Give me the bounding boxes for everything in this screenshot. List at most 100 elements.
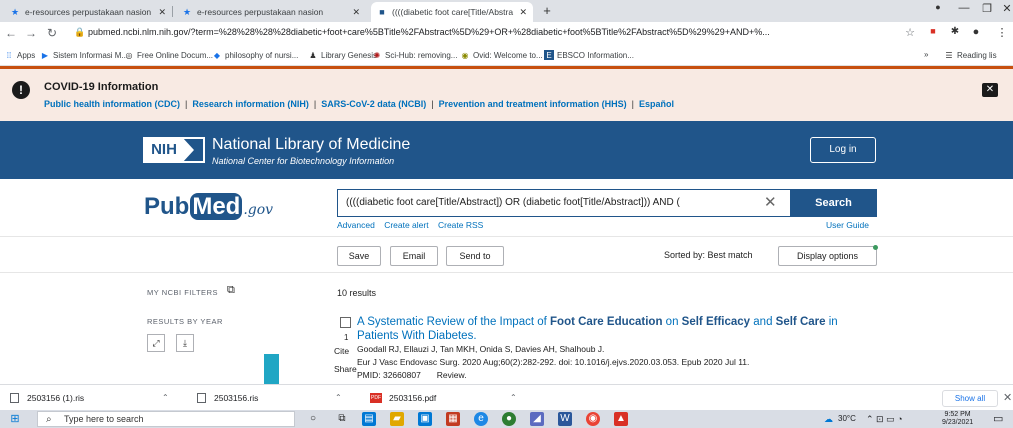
download-item[interactable]: PDF 2503156.pdf	[370, 393, 436, 403]
cortana-icon[interactable]: ○	[306, 412, 320, 426]
maximize-icon[interactable]: ❐	[978, 2, 996, 15]
result-number: 1	[344, 333, 349, 342]
clear-search-icon[interactable]: ✕	[764, 193, 777, 211]
chevron-up-icon[interactable]: ⌃	[510, 393, 517, 402]
bookmarks-overflow-icon[interactable]: »	[924, 50, 928, 59]
bookmark-apps[interactable]: ⁞⁞ Apps	[4, 50, 35, 60]
download-item[interactable]: 2503156 (1).ris	[10, 393, 84, 403]
result-checkbox[interactable]	[340, 317, 351, 328]
create-rss-link[interactable]: Create RSS	[438, 220, 483, 230]
covid-link-ncbi[interactable]: SARS-CoV-2 data (NCBI)	[321, 99, 426, 109]
chevron-up-icon[interactable]: ⌃	[162, 393, 169, 402]
expand-icon[interactable]: ⤢	[147, 334, 165, 352]
show-all-button[interactable]: Show all	[942, 390, 998, 407]
download-icon[interactable]: ⤓	[176, 334, 194, 352]
pubmed-logo[interactable]: Pub Med .gov	[144, 193, 273, 221]
window-close-icon[interactable]: ✕	[998, 2, 1013, 15]
calendar-icon[interactable]: ▦	[446, 412, 460, 426]
app-icon[interactable]: ◢	[530, 412, 544, 426]
taskbar-search[interactable]: ⌕ Type here to search	[37, 411, 295, 427]
edge-icon[interactable]: e	[474, 412, 488, 426]
send-to-button[interactable]: Send to	[446, 246, 504, 266]
profile-icon[interactable]: ●	[929, 2, 947, 12]
covid-link-nih[interactable]: Research information (NIH)	[192, 99, 309, 109]
separator: |	[631, 99, 634, 109]
save-button[interactable]: Save	[337, 246, 381, 266]
chevron-up-icon[interactable]: ⌃	[335, 393, 342, 402]
login-button[interactable]: Log in	[810, 137, 876, 163]
folder-icon[interactable]: ▰	[390, 412, 404, 426]
tab-title: e-resources perpustakaan nasion	[25, 7, 152, 17]
create-alert-link[interactable]: Create alert	[384, 220, 428, 230]
browser-tab-active[interactable]: ■ ((((diabetic foot care[Title/Abstra ✕	[371, 2, 533, 22]
share-button[interactable]: Share	[334, 364, 357, 374]
browser-tab[interactable]: ★ e-resources perpustakaan nasion ✕	[176, 2, 366, 22]
title-highlight: Self Care	[775, 316, 826, 328]
external-link-icon[interactable]: ⧉	[227, 284, 235, 297]
nlm-title[interactable]: National Library of Medicine	[212, 136, 410, 154]
bookmark-item[interactable]: ✺ Sci-Hub: removing...	[372, 50, 458, 60]
taskbar-search-placeholder: Type here to search	[64, 414, 144, 424]
close-icon[interactable]: ✕	[158, 7, 166, 18]
tray-icons[interactable]: ⌃ ⊡ ▭ ◔	[866, 414, 903, 425]
bookmark-item[interactable]: ▶ Sistem Informasi M...	[40, 50, 128, 60]
temperature[interactable]: 30°C	[838, 414, 856, 423]
reload-icon[interactable]: ↻	[45, 26, 59, 40]
back-icon[interactable]: ←	[4, 26, 18, 40]
lock-icon[interactable]: 🔒	[74, 27, 85, 38]
extension-icon[interactable]: ■	[926, 26, 940, 36]
search-input[interactable]: ((((diabetic foot care[Title/Abstract]) …	[337, 189, 790, 217]
avatar-icon[interactable]: ●	[969, 26, 983, 38]
email-button[interactable]: Email	[390, 246, 438, 266]
search-button[interactable]: Search	[790, 189, 877, 217]
close-icon[interactable]: ✕	[982, 83, 998, 97]
apps-grid-icon: ⁞⁞	[6, 50, 12, 60]
new-tab-icon[interactable]: +	[538, 3, 556, 18]
app-icon[interactable]: ●	[502, 412, 516, 426]
article-pmid: PMID: 32660807 Review.	[357, 370, 467, 380]
bookmark-item[interactable]: ◆ philosophy of nursi...	[212, 50, 298, 60]
bookmark-label: EBSCO Information...	[557, 50, 634, 60]
close-downloads-icon[interactable]: ✕	[1003, 391, 1012, 404]
weather-icon[interactable]: ☁	[824, 414, 833, 425]
bookmark-item[interactable]: E EBSCO Information...	[544, 50, 634, 60]
word-icon[interactable]: W	[558, 412, 572, 426]
display-options-button[interactable]: Display options	[778, 245, 878, 266]
advanced-link[interactable]: Advanced	[337, 220, 375, 230]
browser-tab[interactable]: ★ e-resources perpustakaan nasion ✕	[4, 2, 172, 22]
close-icon[interactable]: ✕	[519, 7, 527, 18]
bookmark-label: Sci-Hub: removing...	[385, 50, 458, 60]
bookmark-star-icon[interactable]: ☆	[903, 26, 917, 39]
covid-link-cdc[interactable]: Public health information (CDC)	[44, 99, 180, 109]
chrome-icon[interactable]: ◉	[586, 412, 600, 426]
tab-title: ((((diabetic foot care[Title/Abstra	[392, 7, 514, 17]
minimize-icon[interactable]: —	[955, 2, 973, 14]
task-view-icon[interactable]: ⧉	[335, 412, 349, 426]
bookmark-item[interactable]: ◉ Ovid: Welcome to...	[460, 50, 543, 60]
my-ncbi-filters-label[interactable]: MY NCBI FILTERS	[147, 288, 218, 297]
reading-list[interactable]: ☰ Reading lis	[944, 50, 996, 60]
file-explorer-icon[interactable]: ▤	[362, 412, 376, 426]
clock[interactable]: 9:52 PM 9/23/2021	[942, 411, 973, 427]
nih-logo[interactable]: NIH	[143, 137, 205, 163]
windows-start-icon[interactable]: ⊞	[8, 412, 22, 426]
notification-icon[interactable]: ▭	[993, 412, 1003, 425]
article-title[interactable]: A Systematic Review of the Impact of Foo…	[357, 315, 877, 343]
url-field[interactable]: pubmed.ncbi.nlm.nih.gov/?term=%28%28%28%…	[88, 27, 888, 37]
year-bar[interactable]	[264, 354, 279, 384]
extensions-puzzle-icon[interactable]: ✱	[948, 26, 962, 37]
covid-link-espanol[interactable]: Español	[639, 99, 674, 109]
covid-link-hhs[interactable]: Prevention and treatment information (HH…	[439, 99, 627, 109]
forward-icon[interactable]: →	[24, 26, 38, 40]
user-guide-link[interactable]: User Guide	[826, 220, 869, 230]
sort-label[interactable]: Sorted by: Best match	[664, 250, 753, 260]
bookmark-item[interactable]: ◎ Free Online Docum...	[124, 50, 214, 60]
store-icon[interactable]: ▣	[418, 412, 432, 426]
menu-dots-icon[interactable]: ⋮	[995, 26, 1009, 39]
bookmark-item[interactable]: ♟ Library Genesis	[308, 50, 377, 60]
ovid-icon: ◉	[461, 50, 469, 60]
download-item[interactable]: 2503156.ris	[197, 393, 258, 403]
app-icon[interactable]: ▲	[614, 412, 628, 426]
cite-button[interactable]: Cite	[334, 346, 349, 356]
close-icon[interactable]: ✕	[352, 7, 360, 18]
